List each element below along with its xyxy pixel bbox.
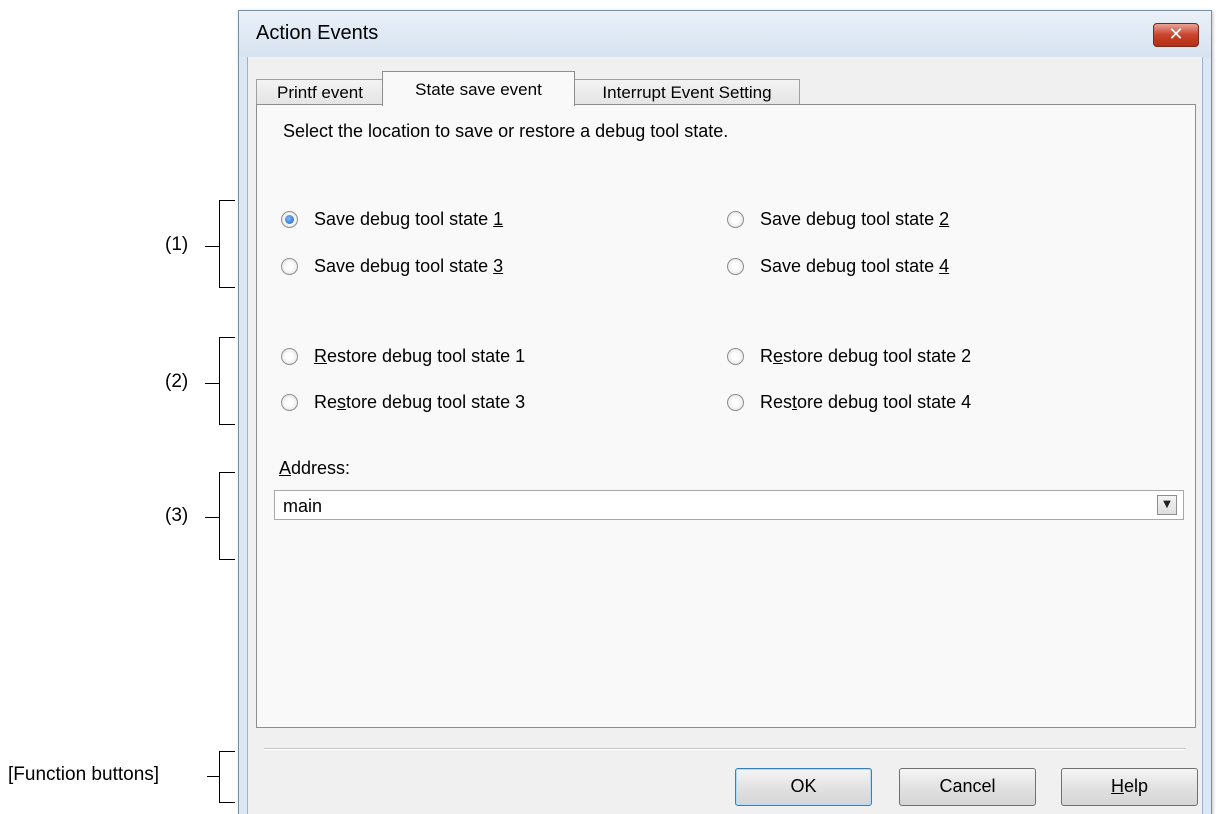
dropdown-button[interactable]: ▼ [1157,495,1177,515]
radio-save-state-1[interactable]: Save debug tool state 1 [281,206,503,232]
state-save-panel: Select the location to save or restore a… [256,104,1196,728]
close-icon: ✕ [1168,24,1184,45]
title-bar[interactable]: Action Events ✕ [239,11,1211,57]
annotation-3-label: (3) [165,505,189,526]
cancel-button-label: Cancel [939,776,996,796]
radio-restore-state-4[interactable]: Restore debug tool state 4 [727,389,971,415]
radio-label: Save debug tool state 3 [314,255,504,276]
ok-button[interactable]: OK [735,768,872,806]
tab-label: Printf event [277,83,363,102]
radio-label: Restore debug tool state 1 [314,345,526,366]
annotation-1-tick [205,246,219,247]
radio-restore-state-1[interactable]: Restore debug tool state 1 [281,343,525,369]
annotation-fb-bracket-top [219,751,235,752]
annotation-fb-bracket-bottom [219,802,235,803]
radio-save-state-3[interactable]: Save debug tool state 3 [281,253,503,279]
tab-label: Interrupt Event Setting [602,83,772,102]
tab-interrupt-event-setting[interactable]: Interrupt Event Setting [574,79,800,105]
radio-button[interactable] [727,347,744,365]
tab-label: State save event [415,80,542,99]
action-events-dialog: Action Events ✕ Printf event State save … [238,10,1212,814]
radio-button[interactable] [727,257,744,275]
ok-button-label: OK [790,776,817,796]
annotation-1-label: (1) [165,234,189,255]
annotation-2-tick [205,383,219,384]
annotation-fb-tick [207,776,219,777]
button-separator [264,748,1186,750]
radio-button[interactable] [281,257,298,275]
radio-button[interactable] [281,347,298,365]
help-button-label: Help [1110,776,1149,796]
annotation-3-bracket-bottom [219,559,235,560]
annotation-fb-bracket [219,751,220,803]
address-combobox[interactable]: main ▼ [274,490,1184,520]
dialog-client-area: Printf event State save event Interrupt … [247,57,1203,814]
instruction-text: Select the location to save or restore a… [283,121,729,141]
radio-save-state-2[interactable]: Save debug tool state 2 [727,206,949,232]
radio-button[interactable] [727,210,744,228]
address-label: Address: [279,458,351,478]
help-button[interactable]: Help [1061,768,1198,806]
chevron-down-icon: ▼ [1163,499,1171,510]
tab-printf-event[interactable]: Printf event [256,79,384,105]
radio-save-state-4[interactable]: Save debug tool state 4 [727,253,949,279]
annotation-1-bracket [219,200,220,288]
cancel-button[interactable]: Cancel [899,768,1036,806]
radio-label: Save debug tool state 2 [760,208,950,229]
address-value[interactable]: main [283,496,322,517]
annotation-function-buttons-label: [Function buttons] [8,764,160,785]
radio-label: Restore debug tool state 3 [314,391,526,412]
window-title: Action Events [256,22,379,44]
annotation-3-tick [205,517,219,518]
radio-button[interactable] [727,393,744,411]
radio-restore-state-2[interactable]: Restore debug tool state 2 [727,343,971,369]
radio-label: Restore debug tool state 4 [760,391,972,412]
annotation-1-bracket-bottom [219,287,235,288]
annotation-2-bracket-bottom [219,424,235,425]
tab-state-save-event[interactable]: State save event [382,71,575,106]
annotation-3-bracket [219,472,220,560]
radio-label: Save debug tool state 4 [760,255,950,276]
radio-label: Restore debug tool state 2 [760,345,972,366]
radio-restore-state-3[interactable]: Restore debug tool state 3 [281,389,525,415]
annotation-1-bracket-top [219,200,235,201]
radio-label: Save debug tool state 1 [314,208,504,229]
annotation-2-bracket-top [219,337,235,338]
radio-button[interactable] [281,393,298,411]
annotation-2-label: (2) [165,371,189,392]
annotation-2-bracket [219,337,220,425]
close-button[interactable]: ✕ [1153,23,1199,47]
radio-button-checked[interactable] [281,210,298,228]
annotation-3-bracket-top [219,472,235,473]
